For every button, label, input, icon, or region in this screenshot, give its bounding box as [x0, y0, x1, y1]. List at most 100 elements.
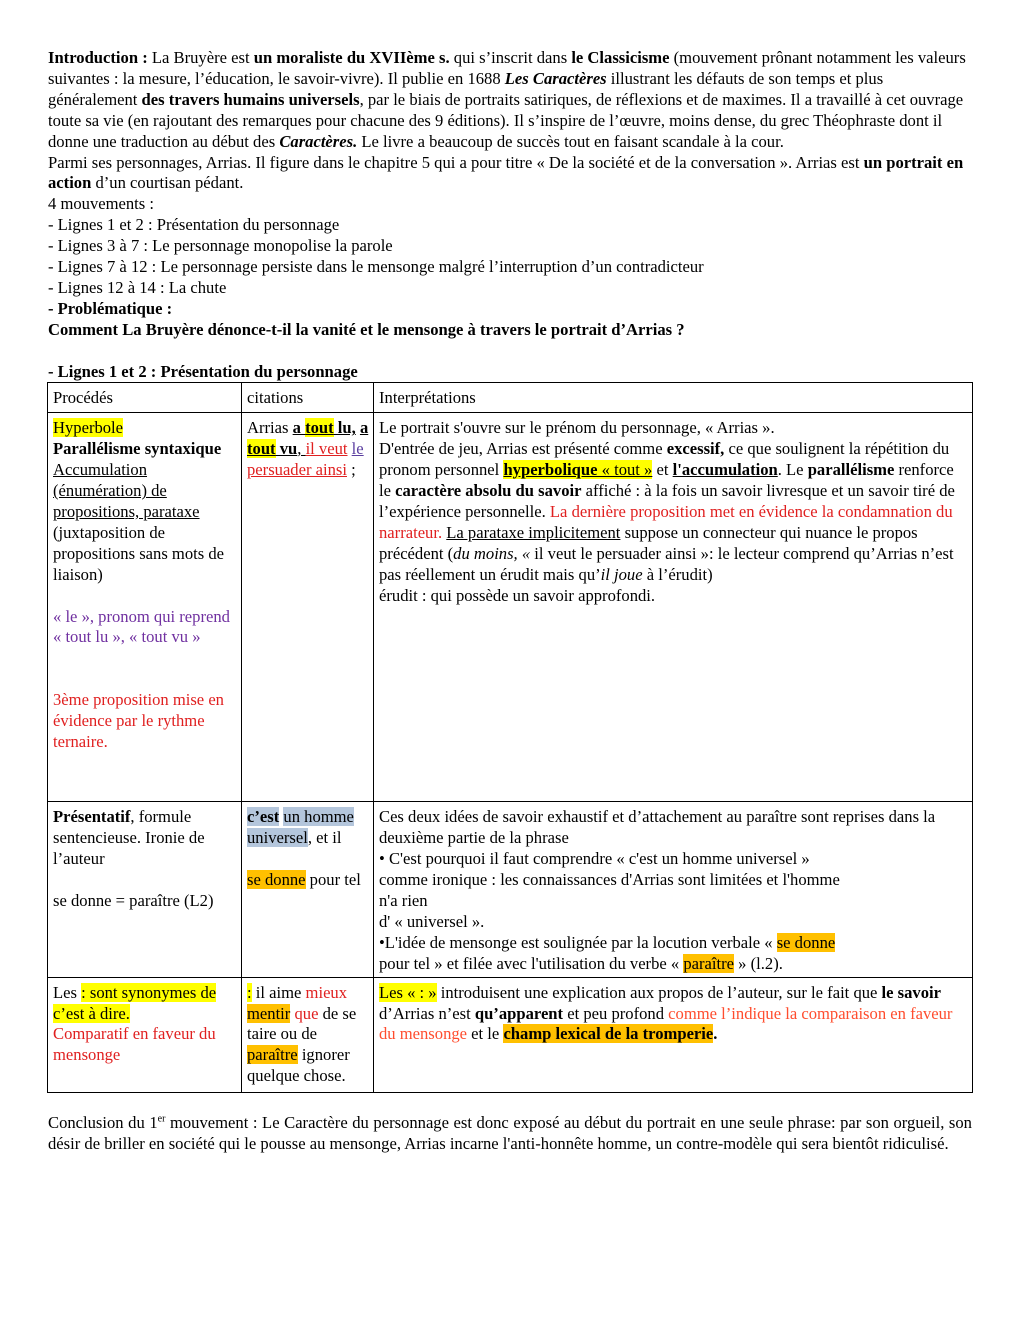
interp-text: .	[713, 1024, 718, 1044]
table-row: Hyperbole Parallélisme syntaxique Accumu…	[47, 412, 973, 803]
citation-cest: c’est	[247, 807, 280, 827]
interp-text: comme ironique : les connaissances d'Arr…	[379, 870, 840, 890]
section-title-text: - Lignes 1 et 2 : Présentation du person…	[48, 361, 358, 381]
citation-text: vu	[275, 439, 298, 459]
table-row: Présentatif, formule sentencieuse. Ironi…	[47, 801, 973, 978]
citations-cell: Arrias a tout lu, a tout vu, il veut le …	[241, 412, 374, 803]
procede-comparatif: Comparatif en faveur du mensonge	[53, 1024, 216, 1065]
intro-text: La Bruyère est	[147, 48, 254, 67]
procede-rythme-ternaire: 3ème proposition mise en évidence par le…	[53, 690, 224, 751]
procede-se-donne: se donne = paraître (L2)	[53, 891, 214, 910]
procede-parallelisme: Parallélisme syntaxique	[53, 439, 222, 459]
header-interpretations: Interprétations	[373, 382, 973, 414]
movement-item: - Lignes 1 et 2 : Présentation du person…	[48, 215, 340, 235]
interp-bullet: • C'est pourquoi il faut comprendre « c'…	[379, 849, 810, 869]
header-citations: citations	[241, 382, 374, 414]
conclusion-paragraph: Conclusion du 1er mouvement : Le Caractè…	[48, 1113, 972, 1155]
intro-bold: des travers humains universels	[141, 89, 360, 109]
interp-text: Ces deux idées de savoir exhaustif et d’…	[379, 807, 936, 848]
interp-accumulation: l'accumulation	[672, 460, 778, 480]
interp-paragraph: D'entrée de jeu, Arrias est présenté com…	[379, 439, 968, 585]
interp-se-donne: se donne	[776, 932, 836, 952]
interp-hyperbolique: hyperbolique	[503, 460, 598, 480]
intro-bold: le Classicisme	[571, 48, 670, 67]
interp-text: » (l.2).	[734, 953, 783, 973]
procede-presentatif: Présentatif	[53, 807, 131, 827]
introduction-paragraph: Introduction : La Bruyère est un moralis…	[48, 48, 972, 153]
citation-text: ,	[297, 439, 306, 459]
citation-text: il aime	[251, 982, 306, 1002]
citation-se-donne: se donne	[247, 870, 306, 890]
interp-text: . Le	[777, 460, 808, 480]
citations-cell: c’est un homme universel, et il se donne…	[241, 801, 374, 978]
arrias-paragraph: Parmi ses personnages, Arrias. Il figure…	[48, 153, 972, 195]
citation-paraitre: paraître	[247, 1045, 298, 1065]
citation-il-veut: il veut	[305, 439, 348, 459]
interp-text: n'a rien	[379, 891, 428, 911]
document-page: Introduction : La Bruyère est un moralis…	[47, 48, 973, 1155]
interp-bold: parallélisme	[807, 460, 895, 480]
interp-text: « tout »	[597, 460, 653, 480]
citations-cell: : il aime mieux mentir que de se taire o…	[241, 976, 374, 1093]
interpretations-cell: Ces deux idées de savoir exhaustif et d’…	[373, 801, 973, 978]
interp-text: d’Arrias n’est	[379, 1003, 475, 1023]
interp-bold: excessif,	[666, 439, 725, 459]
interp-italic: il joue	[600, 564, 643, 584]
interp-definition: érudit : qui possède un savoir approfond…	[379, 585, 656, 605]
citation-text: lu,	[333, 418, 356, 438]
interp-text: Le portrait s'ouvre sur le prénom du per…	[379, 418, 775, 438]
interp-italic: du moins, «	[453, 543, 531, 563]
table-header-row: Procédés citations Interprétations	[47, 382, 973, 414]
problematique-question-text: Comment La Bruyère dénonce-t-il la vanit…	[48, 319, 685, 339]
intro-text: qui s’inscrit dans	[449, 48, 572, 67]
interp-bold: caractère absolu du savoir	[395, 481, 582, 501]
movement-item: - Lignes 12 à 14 : La chute	[48, 277, 227, 297]
citation-mieux: mieux	[305, 982, 348, 1002]
header-procedes: Procédés	[47, 382, 242, 414]
interp-bold: qu’apparent	[474, 1003, 564, 1023]
interp-text: à l’érudit)	[642, 564, 713, 584]
interp-text: •L'idée de mensonge est soulignée par la…	[379, 932, 777, 952]
interpretations-cell: Les « : » introduisent une explication a…	[373, 976, 973, 1093]
conclusion-label: Conclusion du 1	[48, 1112, 158, 1132]
interp-bold: le savoir	[881, 982, 941, 1002]
procede-pronom: « le », pronom qui reprend « tout lu », …	[53, 606, 230, 647]
procede-hyperbole: Hyperbole	[53, 418, 124, 438]
section-title: - Lignes 1 et 2 : Présentation du person…	[48, 362, 972, 383]
table-row: Les : sont synonymes de c’est à dire. Co…	[47, 976, 973, 1093]
citation-persuader: persuader ainsi	[247, 460, 347, 480]
interp-text: pour tel » et filée avec l'utilisation d…	[379, 953, 684, 973]
citation-le: le	[351, 439, 364, 459]
movement-item: - Lignes 7 à 12 : Le personnage persiste…	[48, 257, 704, 277]
citation-tout: tout	[305, 418, 334, 438]
citation-mentir: mentir	[247, 1003, 291, 1023]
interp-bullet: •L'idée de mensonge est soulignée par la…	[379, 932, 968, 954]
arrias-text: Parmi ses personnages, Arrias. Il figure…	[48, 152, 864, 172]
conclusion-text: mouvement : Le Caractère du personnage e…	[48, 1112, 972, 1153]
interp-les-deux-points: Les « : »	[379, 982, 437, 1002]
procedes-cell: Présentatif, formule sentencieuse. Ironi…	[47, 801, 242, 978]
citation-text: pour tel	[305, 870, 361, 890]
citation-text: ;	[346, 460, 356, 480]
movements-heading: 4 mouvements :	[48, 194, 155, 214]
interp-text: d' « universel ».	[379, 911, 485, 931]
interp-text: pour tel » et filée avec l'utilisation d…	[379, 953, 968, 975]
interp-text: introduisent une explication aux propos …	[436, 982, 882, 1002]
citation-tout: tout	[247, 439, 276, 459]
procede-text: Les	[53, 982, 82, 1002]
problematique-label-text: - Problématique :	[48, 298, 173, 318]
interp-text: D'entrée de jeu, Arrias est présenté com…	[379, 439, 667, 459]
movement-item: - Lignes 3 à 7 : Le personnage monopolis…	[48, 236, 393, 256]
citation-text: Arrias	[247, 418, 293, 438]
citation-text: , et il	[307, 828, 342, 848]
interp-text: et peu profond	[563, 1003, 669, 1023]
interp-text: et le	[467, 1024, 504, 1044]
book-title: Les Caractères	[504, 68, 607, 88]
book-title: Caractères.	[279, 131, 358, 151]
interp-text: et	[652, 460, 673, 480]
citation-text: a	[359, 418, 369, 438]
interp-champ-lexical: champ lexical de la tromperie	[503, 1024, 714, 1044]
procede-accumulation: Accumulation (énumération) de propositio…	[53, 460, 200, 522]
citation-que: que	[290, 1003, 319, 1023]
